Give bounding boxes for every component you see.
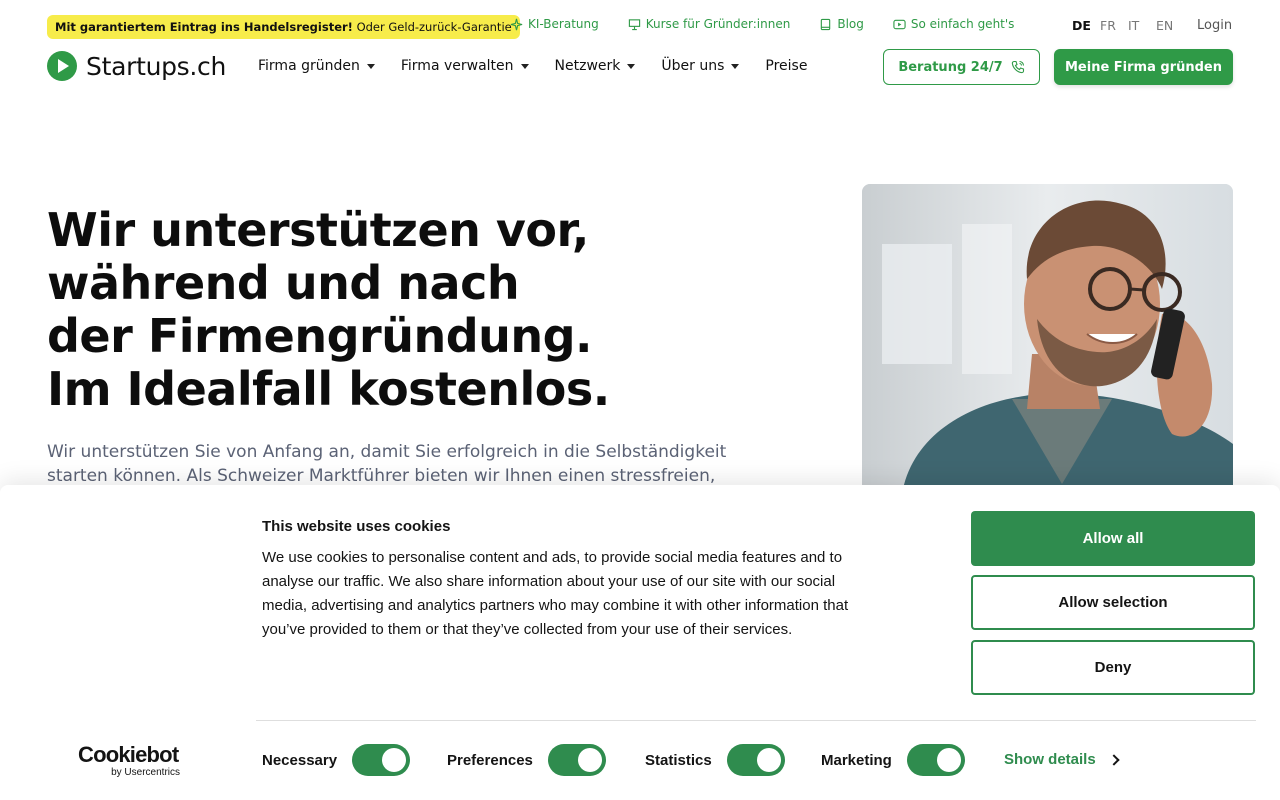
cookie-option-preferences: Preferences (447, 743, 606, 777)
necessary-toggle[interactable] (352, 744, 411, 776)
phone-icon (1011, 60, 1024, 74)
play-icon (893, 19, 906, 29)
top-link-label: Kurse für Gründer:innen (645, 17, 791, 31)
start-company-button[interactable]: Meine Firma gründen (1054, 49, 1233, 85)
cookie-option-necessary: Necessary (262, 743, 411, 777)
cookie-text-line: analyse our traffic. We also share infor… (262, 573, 836, 590)
hero-title-line: während und nach (47, 256, 520, 310)
top-link-kurse[interactable]: Kurse für Gründer:innen (628, 17, 791, 31)
nav-label: Preise (765, 58, 808, 74)
language-switcher: DE FR IT EN (1072, 18, 1184, 33)
allow-selection-button[interactable]: Allow selection (971, 575, 1255, 630)
caret-down-icon (520, 63, 529, 69)
hero-title-line: Wir unterstützen vor, (47, 203, 589, 257)
main-nav: Firma gründen Firma verwalten Netzwerk Ü… (258, 58, 807, 74)
nav-label: Firma verwalten (400, 58, 514, 74)
caret-down-icon (366, 63, 375, 69)
cookie-option-label: Statistics (645, 751, 712, 769)
cookiebot-logo[interactable]: Cookiebot by Usercentrics (78, 743, 182, 779)
nav-label: Netzwerk (554, 58, 621, 74)
promo-text: Oder Geld-zurück-Garantie (352, 20, 512, 34)
show-details-link[interactable]: Show details (1004, 751, 1120, 768)
guarantee-banner[interactable]: Mit garantiertem Eintrag ins Handelsregi… (47, 15, 520, 39)
top-link-label: KI-Beratung (528, 17, 599, 31)
consultation-button[interactable]: Beratung 24/7 (883, 49, 1040, 85)
hero-title-line: Im Idealfall kostenlos. (47, 362, 610, 416)
cookiebot-logo-subtext: by Usercentrics (111, 767, 180, 778)
language-fr[interactable]: FR (1100, 18, 1128, 33)
hero-photo-man-on-phone (862, 184, 1233, 494)
login-link[interactable]: Login (1197, 18, 1232, 33)
consultation-button-label: Beratung 24/7 (898, 59, 1003, 75)
cookie-banner-text: We use cookies to personalise content an… (262, 546, 912, 642)
language-it[interactable]: IT (1128, 18, 1156, 33)
site-logo[interactable]: Startups.ch (47, 51, 226, 81)
promo-bold-text: Mit garantiertem Eintrag ins Handelsregi… (55, 20, 353, 34)
top-links: KI-Beratung Kurse für Gründer:innen Blog… (510, 17, 1014, 31)
cookiebot-logo-text: Cookiebot (78, 742, 179, 767)
cookie-option-marketing: Marketing (821, 743, 965, 777)
sparkle-icon (510, 18, 523, 30)
presentation-icon (628, 18, 640, 30)
statistics-toggle[interactable] (726, 744, 785, 776)
nav-preise[interactable]: Preise (765, 58, 807, 74)
cookie-divider (256, 720, 1256, 721)
cookie-option-label: Marketing (821, 751, 892, 769)
nav-firma-gruenden[interactable]: Firma gründen (258, 58, 375, 74)
top-link-label: So einfach geht's (910, 17, 1015, 31)
nav-label: Über uns (661, 58, 725, 74)
hero-title-line: der Firmengründung. (47, 309, 593, 363)
cookie-text-line: you’ve provided to them or that they’ve … (262, 621, 793, 638)
book-icon (821, 18, 831, 30)
nav-label: Firma gründen (258, 58, 360, 74)
top-utility-bar: Mit garantiertem Eintrag ins Handelsregi… (0, 13, 1280, 39)
allow-all-button[interactable]: Allow all (971, 511, 1255, 566)
cookie-option-statistics: Statistics (645, 743, 785, 777)
top-link-blog[interactable]: Blog (819, 17, 864, 31)
cookie-banner-title: This website uses cookies (262, 518, 451, 535)
language-en[interactable]: EN (1156, 18, 1184, 33)
cookie-option-label: Necessary (262, 751, 338, 769)
nav-firma-verwalten[interactable]: Firma verwalten (401, 58, 529, 74)
chevron-right-icon (1108, 753, 1120, 766)
marketing-toggle[interactable] (906, 744, 965, 776)
hero-description: Wir unterstützen Sie von Anfang an, dami… (47, 440, 767, 488)
cookie-option-label: Preferences (447, 751, 533, 769)
caret-down-icon (731, 63, 740, 69)
hero-photo-illustration (862, 184, 1233, 494)
show-details-label: Show details (1004, 751, 1096, 768)
cookie-text-line: media, advertising and analytics partner… (262, 597, 849, 614)
cookie-consent-banner: This website uses cookies We use cookies… (0, 485, 1280, 800)
nav-ueber-uns[interactable]: Über uns (661, 58, 740, 74)
preferences-toggle[interactable] (547, 744, 606, 776)
deny-button[interactable]: Deny (971, 640, 1255, 695)
play-logo-icon (47, 51, 77, 81)
top-link-label: Blog (837, 17, 864, 31)
top-link-ki-beratung[interactable]: KI-Beratung (510, 17, 599, 31)
hero-text-line: Wir unterstützen Sie von Anfang an, dami… (47, 442, 727, 462)
top-link-so-einfach[interactable]: So einfach geht's (893, 17, 1015, 31)
hero-title: Wir unterstützen vor, während und nach d… (47, 204, 687, 416)
nav-netzwerk[interactable]: Netzwerk (555, 58, 636, 74)
language-de[interactable]: DE (1072, 18, 1100, 33)
logo-text: Startups.ch (86, 51, 227, 81)
caret-down-icon (627, 63, 636, 69)
cookie-text-line: We use cookies to personalise content an… (262, 549, 843, 566)
